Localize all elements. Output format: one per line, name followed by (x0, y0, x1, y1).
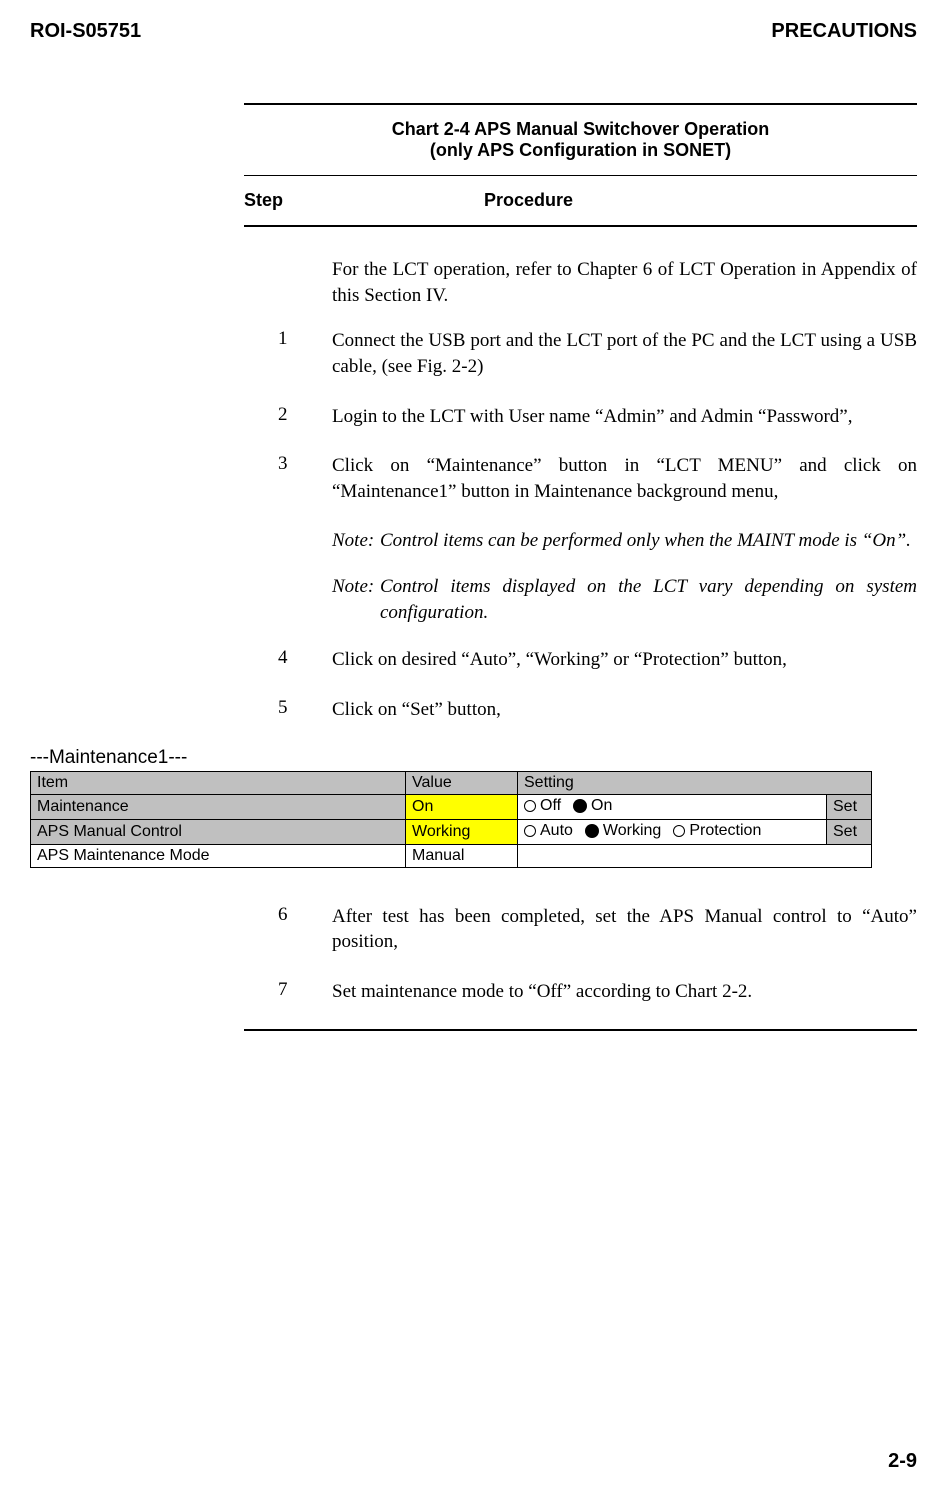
step-item: 5Click on “Set” button, (244, 697, 917, 723)
col-header-value: Value (406, 771, 518, 794)
step-text: Click on “Set” button, (332, 697, 917, 723)
step-number: 2 (244, 404, 332, 430)
step-text: Click on desired “Auto”, “Working” or “P… (332, 647, 917, 673)
doc-id: ROI-S05751 (30, 20, 141, 43)
section-title: PRECAUTIONS (771, 20, 917, 43)
table-header-row: Item Value Setting (31, 771, 872, 794)
procedure-column-label: Procedure (484, 190, 573, 211)
radio-option[interactable] (585, 824, 599, 838)
note-label: Note: (332, 528, 380, 554)
chart-title-line2: (only APS Configuration in SONET) (244, 140, 917, 161)
intro-paragraph: For the LCT operation, refer to Chapter … (332, 257, 917, 308)
step-number: 3 (244, 453, 332, 504)
radio-option[interactable] (524, 800, 536, 812)
step-number: 5 (244, 697, 332, 723)
step-item: 7Set maintenance mode to “Off” according… (244, 979, 917, 1005)
value-cell: Manual (406, 844, 518, 867)
step-text: Click on “Maintenance” button in “LCT ME… (332, 453, 917, 504)
setting-cell (518, 844, 872, 867)
step-item: 3Click on “Maintenance” button in “LCT M… (244, 453, 917, 504)
step-text: After test has been completed, set the A… (332, 904, 917, 955)
item-cell: Maintenance (31, 794, 406, 819)
table-row: MaintenanceOnOffOnSet (31, 794, 872, 819)
radio-option[interactable] (673, 825, 685, 837)
step-header-row: Step Procedure (244, 176, 917, 227)
note-body: Control items can be performed only when… (380, 528, 917, 554)
radio-label: On (591, 797, 612, 815)
note-label: Note: (332, 574, 380, 625)
step-item: 2Login to the LCT with User name “Admin”… (244, 404, 917, 430)
step-number: 7 (244, 979, 332, 1005)
step-item: 6After test has been completed, set the … (244, 904, 917, 955)
table-row: APS Manual ControlWorkingAutoWorkingProt… (31, 819, 872, 844)
chart-heading: Chart 2-4 APS Manual Switchover Operatio… (244, 103, 917, 176)
note-body: Control items displayed on the LCT vary … (380, 574, 917, 625)
radio-label: Working (603, 822, 661, 840)
step-column-label: Step (244, 190, 283, 210)
item-cell: APS Manual Control (31, 819, 406, 844)
step-text: Login to the LCT with User name “Admin” … (332, 404, 917, 430)
value-cell: Working (406, 819, 518, 844)
step-text: Set maintenance mode to “Off” according … (332, 979, 917, 1005)
setting-cell: Off On (518, 794, 827, 819)
radio-label: Protection (689, 822, 761, 840)
step-number: 1 (244, 328, 332, 379)
radio-option[interactable] (524, 825, 536, 837)
set-button[interactable]: Set (827, 794, 872, 819)
set-button[interactable]: Set (827, 819, 872, 844)
radio-label: Auto (540, 822, 573, 840)
radio-option[interactable] (573, 799, 587, 813)
setting-cell: Auto Working Protection (518, 819, 827, 844)
col-header-item: Item (31, 771, 406, 794)
table-row: APS Maintenance ModeManual (31, 844, 872, 867)
step-item: 1Connect the USB port and the LCT port o… (244, 328, 917, 379)
step-item: 4Click on desired “Auto”, “Working” or “… (244, 647, 917, 673)
col-header-setting: Setting (518, 771, 872, 794)
step-text: Connect the USB port and the LCT port of… (332, 328, 917, 379)
maintenance-table: Item Value Setting MaintenanceOnOffOnSet… (30, 771, 872, 868)
step-number: 4 (244, 647, 332, 673)
maintenance-section-title: ---Maintenance1--- (30, 747, 917, 769)
step-number: 6 (244, 904, 332, 955)
page-number: 2-9 (888, 1450, 917, 1473)
radio-label: Off (540, 797, 561, 815)
item-cell: APS Maintenance Mode (31, 844, 406, 867)
chart-title-line1: Chart 2-4 APS Manual Switchover Operatio… (244, 119, 917, 140)
value-cell: On (406, 794, 518, 819)
